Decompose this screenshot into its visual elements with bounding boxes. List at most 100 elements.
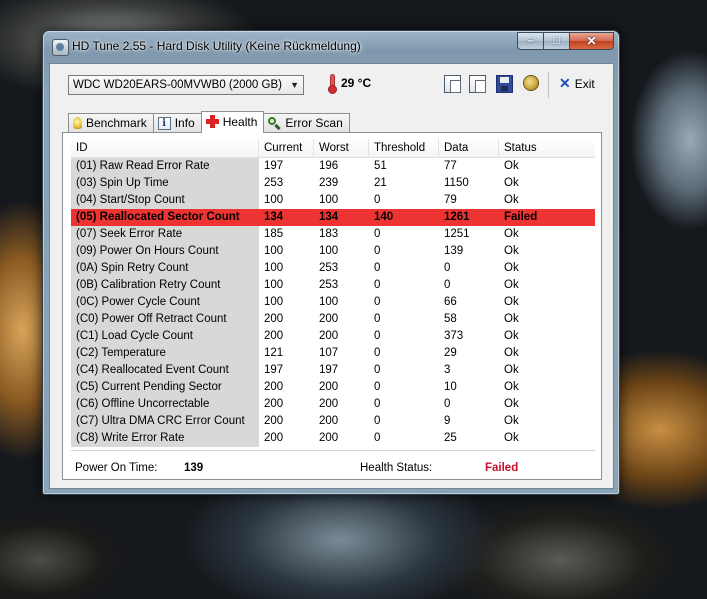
cell-threshold: 0 (374, 330, 381, 342)
table-row[interactable]: (0A) Spin Retry Count 100 253 0 0 Ok (71, 260, 595, 277)
cell-status: Ok (504, 330, 519, 342)
column-header-data[interactable]: Data (439, 139, 499, 157)
cell-current: 185 (264, 228, 284, 240)
cell-threshold: 0 (374, 381, 381, 393)
column-header-id[interactable]: ID (71, 139, 259, 157)
cell-current: 200 (264, 313, 284, 325)
table-row[interactable]: (C7) Ultra DMA CRC Error Count 200 200 0 9 Ok (71, 413, 595, 430)
cell-threshold: 0 (374, 432, 381, 444)
cell-status: Ok (504, 432, 519, 444)
cell-status: Ok (504, 347, 519, 359)
copy-screenshot-icon[interactable] (469, 75, 486, 93)
cell-id: (C1) Load Cycle Count (71, 328, 259, 345)
cell-id: (C2) Temperature (71, 345, 259, 362)
table-row[interactable]: (C8) Write Error Rate 200 200 0 25 Ok (71, 430, 595, 447)
cell-threshold: 140 (374, 211, 394, 223)
exit-button[interactable]: ✕ Exit (559, 75, 595, 93)
cell-id: (0B) Calibration Retry Count (71, 277, 259, 294)
column-header-threshold[interactable]: Threshold (369, 139, 439, 157)
table-row[interactable]: (C6) Offline Uncorrectable 200 200 0 0 Ok (71, 396, 595, 413)
table-row[interactable]: (C4) Reallocated Event Count 197 197 0 3 Ok (71, 362, 595, 379)
toolbar-separator (548, 72, 549, 98)
cell-current: 200 (264, 381, 284, 393)
cell-status: Ok (504, 415, 519, 427)
maximize-button[interactable]: □ (543, 32, 570, 50)
table-row[interactable]: (C1) Load Cycle Count 200 200 0 373 Ok (71, 328, 595, 345)
table-row[interactable]: (C2) Temperature 121 107 0 29 Ok (71, 345, 595, 362)
cell-worst: 100 (319, 296, 339, 308)
power-on-time-value: 139 (184, 462, 204, 474)
cell-current: 197 (264, 364, 284, 376)
cell-status: Ok (504, 313, 519, 325)
save-icon[interactable] (496, 75, 513, 93)
tab-info[interactable]: i Info (152, 113, 202, 132)
toolbar: WDC WD20EARS-00MVWB0 (2000 GB) ▼ 29 °C ✕… (50, 64, 613, 104)
cell-threshold: 21 (374, 177, 387, 189)
table-row[interactable]: (04) Start/Stop Count 100 100 0 79 Ok (71, 192, 595, 209)
table-row[interactable]: (0C) Power Cycle Count 100 100 0 66 Ok (71, 294, 595, 311)
cell-id: (C4) Reallocated Event Count (71, 362, 259, 379)
options-icon[interactable] (523, 75, 539, 91)
cell-data: 0 (444, 262, 451, 274)
temperature-readout: 29 °C (341, 76, 372, 90)
table-row[interactable]: (09) Power On Hours Count 100 100 0 139 Ok (71, 243, 595, 260)
cell-data: 139 (444, 245, 464, 257)
table-header: ID Current Worst Threshold Data Status (71, 139, 595, 158)
drive-select[interactable]: WDC WD20EARS-00MVWB0 (2000 GB) ▼ (68, 75, 304, 95)
cell-id: (C7) Ultra DMA CRC Error Count (71, 413, 259, 430)
close-button[interactable]: ✕ (569, 32, 614, 50)
cell-status: Ok (504, 245, 519, 257)
table-row[interactable]: (05) Reallocated Sector Count 134 134 140 12… (71, 209, 595, 226)
cell-id: (04) Start/Stop Count (71, 192, 259, 209)
table-row[interactable]: (03) Spin Up Time 253 239 21 1150 Ok (71, 175, 595, 192)
minimize-button[interactable]: – (517, 32, 544, 50)
cell-data: 29 (444, 347, 457, 359)
cell-data: 77 (444, 160, 457, 172)
tab-error-scan[interactable]: Error Scan (263, 113, 350, 132)
cell-id: (0C) Power Cycle Count (71, 294, 259, 311)
cell-current: 200 (264, 330, 284, 342)
column-header-status[interactable]: Status (499, 139, 595, 157)
cell-data: 25 (444, 432, 457, 444)
table-row[interactable]: (01) Raw Read Error Rate 197 196 51 77 Ok (71, 158, 595, 175)
cell-status: Ok (504, 262, 519, 274)
cell-threshold: 0 (374, 228, 381, 240)
cell-current: 100 (264, 245, 284, 257)
table-row[interactable]: (0B) Calibration Retry Count 100 253 0 0 Ok (71, 277, 595, 294)
dropdown-arrow-icon[interactable]: ▼ (290, 76, 299, 94)
app-icon[interactable] (52, 39, 69, 56)
cell-data: 0 (444, 279, 451, 291)
tab-label: Info (174, 116, 195, 130)
cell-status: Ok (504, 177, 519, 189)
table-row[interactable]: (07) Seek Error Rate 185 183 0 1251 Ok (71, 226, 595, 243)
cell-worst: 196 (319, 160, 339, 172)
cell-data: 3 (444, 364, 451, 376)
cell-id: (C6) Offline Uncorrectable (71, 396, 259, 413)
cell-worst: 134 (319, 211, 339, 223)
cell-current: 200 (264, 432, 284, 444)
tab-health[interactable]: Health (200, 111, 265, 133)
table-row[interactable]: (C0) Power Off Retract Count 200 200 0 58 Ok (71, 311, 595, 328)
cell-worst: 239 (319, 177, 339, 189)
title-bar[interactable]: HD Tune 2.55 - Hard Disk Utility (Keine … (43, 31, 619, 61)
cell-current: 100 (264, 296, 284, 308)
health-cross-icon (205, 115, 219, 128)
cell-threshold: 0 (374, 398, 381, 410)
smart-table[interactable]: ID Current Worst Threshold Data Status (… (71, 139, 595, 447)
cell-worst: 200 (319, 381, 339, 393)
tab-label: Benchmark (86, 116, 147, 130)
tab-benchmark[interactable]: Benchmark (68, 113, 154, 132)
cell-worst: 253 (319, 279, 339, 291)
cell-id: (05) Reallocated Sector Count (76, 211, 240, 223)
copy-info-icon[interactable] (444, 75, 461, 93)
column-header-worst[interactable]: Worst (314, 139, 369, 157)
cell-current: 100 (264, 279, 284, 291)
cell-worst: 200 (319, 330, 339, 342)
cell-data: 0 (444, 398, 451, 410)
power-on-time-label: Power On Time: (75, 462, 158, 474)
cell-current: 197 (264, 160, 284, 172)
column-header-current[interactable]: Current (259, 139, 314, 157)
table-row[interactable]: (C5) Current Pending Sector 200 200 0 10 Ok (71, 379, 595, 396)
cell-worst: 200 (319, 313, 339, 325)
tab-label: Error Scan (285, 116, 343, 130)
